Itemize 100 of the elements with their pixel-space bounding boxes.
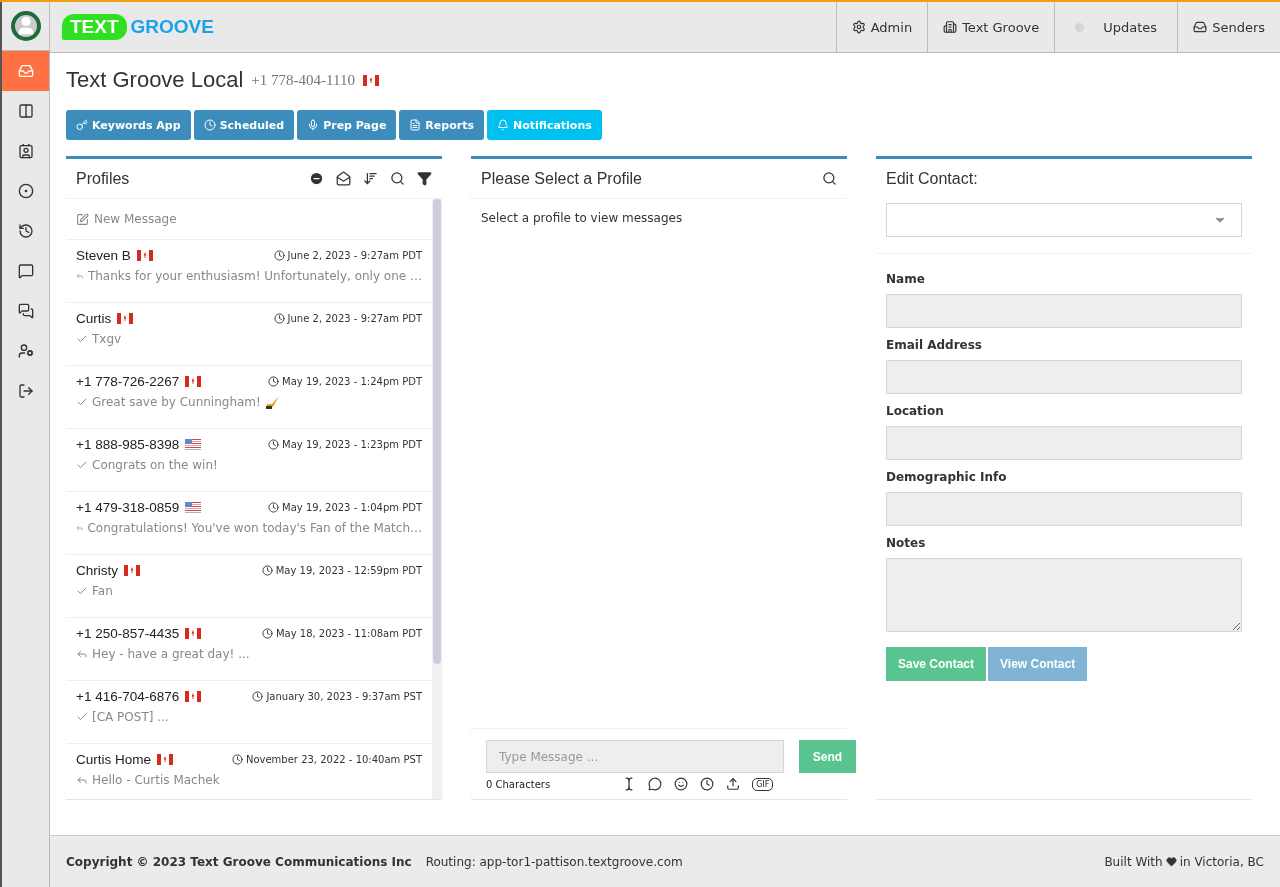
location-text: in Victoria, BC [1179,854,1264,869]
input-field[interactable] [886,426,1242,460]
canada-flag-icon [117,313,134,324]
building-icon [943,20,958,34]
field-label: Notes [886,536,927,550]
panel-title: Edit Contact: [886,170,978,188]
microphone-icon [307,119,320,131]
input-field[interactable] [886,492,1242,526]
search-icon[interactable] [390,171,405,186]
empty-message: Select a profile to view messages [481,211,684,225]
upload-icon[interactable] [726,777,741,791]
profile-name: Curtis Home [76,752,151,767]
sort-icon[interactable] [363,171,378,186]
toolbar-button[interactable]: Scheduled [193,110,295,140]
input-field[interactable] [886,294,1242,328]
clock-icon [268,439,280,450]
inbox-icon [17,63,34,79]
clock-icon [261,565,273,576]
profile-item[interactable]: Steven B June 2, 2023 - 9:27am PDT Thanks for your enthusiasm! Unfortunately, only one … [66,240,432,303]
canada-flag-icon [124,565,140,576]
message-preview: Txgv [92,332,122,346]
clock-icon [273,313,285,324]
input-field[interactable] [886,360,1242,394]
nav-link[interactable]: Senders [1177,2,1280,52]
toolbar-button[interactable]: Reports [399,110,484,140]
check-icon [76,711,88,723]
key-icon [76,119,88,131]
toolbar-button[interactable]: Keywords App [66,110,191,140]
profile-name: +1 479-318-0859 [76,500,180,515]
message-time: May 19, 2023 - 12:59pm PDT [275,565,422,576]
message-preview: Congratulations! You've won today's Fan of the Match… [87,521,422,535]
message-preview: Hey - have a great day! ... [92,647,250,661]
field-label: Name [886,272,926,286]
profile-item[interactable]: +1 416-704-6876 January 30, 2023 - 9:37am PST [CA POST] ... [66,681,432,744]
page-title: Text Groove Local [66,67,244,93]
smiley-icon[interactable] [674,777,689,791]
canada-flag-icon [362,74,379,86]
nav-link[interactable]: Text Groove [927,2,1055,52]
panel-title: Please Select a Profile [481,169,642,188]
us-flag-icon [185,439,202,450]
phone-number: +1 778-404-1110 [251,71,355,89]
field-label: Email Address [886,338,983,352]
message-preview: Congrats on the win! [92,458,218,472]
nav-link[interactable]: Updates [1054,2,1178,52]
message-icon [17,263,34,279]
check-icon [76,585,88,597]
minus-circle-icon[interactable] [309,171,324,186]
message-time: May 18, 2023 - 11:08am PDT [275,628,422,639]
bell-icon [496,119,509,131]
user-gear-icon [17,343,34,359]
profile-name: Christy [76,563,118,578]
message-time: May 19, 2023 - 1:23pm PDT [282,439,422,450]
message-time: June 2, 2023 - 9:27am PDT [287,250,422,261]
document-icon [409,119,422,131]
message-input[interactable]: Type Message ... [486,740,784,773]
canada-flag-icon [185,691,202,702]
profile-item[interactable]: Christy May 19, 2023 - 12:59pm PDT Fan [66,555,432,618]
profile-item[interactable]: +1 778-726-2267 May 19, 2023 - 1:24pm PDT Great save by Cunningham! [66,366,432,429]
clock-icon [268,376,280,387]
field-label: Demographic Info [886,470,1008,484]
message-time: January 30, 2023 - 9:37am PST [266,691,422,702]
filter-icon[interactable] [417,171,432,186]
new-message-link[interactable]: New Message [66,199,432,240]
open-envelope-icon[interactable] [336,171,351,186]
toolbar-button[interactable]: Prep Page [297,110,397,140]
heart-icon [1165,856,1177,867]
clock-icon [231,754,243,765]
profile-item[interactable]: +1 250-857-4435 May 18, 2023 - 11:08am PDT Hey - have a great day! ... [66,618,432,681]
reply-icon [76,774,88,786]
clock-icon [261,628,273,639]
canada-flag-icon [185,628,202,639]
profile-item[interactable]: Curtis June 2, 2023 - 9:27am PDT Txgv [66,303,432,366]
clock-icon [203,119,216,131]
panel-title: Profiles [76,169,130,188]
search-icon[interactable] [822,171,837,186]
avatar[interactable] [10,11,41,41]
hockey-stick-icon [264,395,281,409]
edit-icon [76,212,89,226]
check-icon [76,396,88,408]
nav-link[interactable]: Admin [835,2,928,52]
message-time: November 23, 2022 - 10:40am PST [245,754,422,765]
gear-icon [851,20,866,34]
scrollbar[interactable] [432,199,442,799]
reply-icon [76,648,88,660]
profile-name: +1 416-704-6876 [76,689,180,704]
profile-name: +1 250-857-4435 [76,626,180,641]
history-icon [17,223,34,239]
speech-bubble-icon[interactable] [648,777,663,791]
profile-name: +1 778-726-2267 [76,374,180,389]
clock-icon [268,502,280,513]
profile-name: Curtis [76,311,112,326]
columns-icon [17,103,34,119]
clock-icon [273,250,285,261]
message-preview: Great save by Cunningham! [92,395,261,409]
clock-icon[interactable] [700,777,715,791]
gif-button[interactable]: GIF [752,777,774,791]
notes-field[interactable] [886,558,1242,632]
canada-flag-icon [136,250,153,261]
check-icon [76,333,88,345]
field-label: Location [886,404,945,418]
